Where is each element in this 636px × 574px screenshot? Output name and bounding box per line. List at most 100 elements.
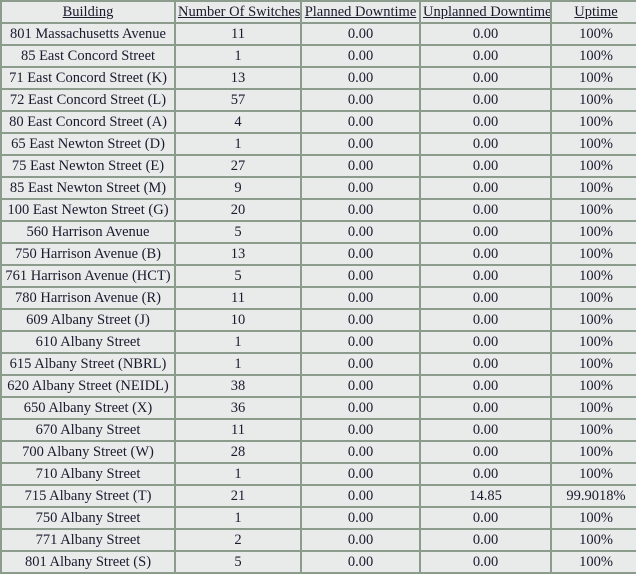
cell-uptime-alert: 99.9018% (552, 486, 636, 506)
cell-unplanned: 0.00 (421, 310, 550, 330)
cell-planned: 0.00 (302, 266, 419, 286)
cell-planned: 0.00 (302, 310, 419, 330)
table-row: 710 Albany Street 1 0.00 0.00 100% (2, 464, 636, 484)
table-row: 771 Albany Street 2 0.00 0.00 100% (2, 530, 636, 550)
cell-planned: 0.00 (302, 398, 419, 418)
cell-planned: 0.00 (302, 530, 419, 550)
cell-unplanned: 0.00 (421, 332, 550, 352)
cell-building: 801 Albany Street (S) (2, 552, 174, 572)
column-header-planned-downtime-link[interactable]: Planned Downtime (305, 4, 417, 20)
table-row: 80 East Concord Street (A) 4 0.00 0.00 100% (2, 112, 636, 132)
cell-planned: 0.00 (302, 464, 419, 484)
table-row: 750 Albany Street 1 0.00 0.00 100% (2, 508, 636, 528)
cell-planned: 0.00 (302, 420, 419, 440)
cell-building: 610 Albany Street (2, 332, 174, 352)
cell-unplanned: 0.00 (421, 244, 550, 264)
table-row: 670 Albany Street 11 0.00 0.00 100% (2, 420, 636, 440)
cell-planned: 0.00 (302, 244, 419, 264)
cell-building: 801 Massachusetts Avenue (2, 24, 174, 44)
cell-unplanned: 0.00 (421, 156, 550, 176)
column-header-switches[interactable]: Number Of Switches (176, 2, 300, 22)
cell-switches: 21 (176, 486, 300, 506)
cell-switches: 1 (176, 508, 300, 528)
cell-planned: 0.00 (302, 200, 419, 220)
table-row: 620 Albany Street (NEIDL) 38 0.00 0.00 100% (2, 376, 636, 396)
cell-switches: 2 (176, 530, 300, 550)
cell-building: 650 Albany Street (X) (2, 398, 174, 418)
column-header-building[interactable]: Building (2, 2, 174, 22)
cell-uptime: 100% (552, 68, 636, 88)
table-row: 750 Harrison Avenue (B) 13 0.00 0.00 100% (2, 244, 636, 264)
cell-unplanned: 0.00 (421, 222, 550, 242)
cell-switches: 5 (176, 552, 300, 572)
cell-uptime: 100% (552, 134, 636, 154)
table-row: 615 Albany Street (NBRL) 1 0.00 0.00 100% (2, 354, 636, 374)
cell-building: 75 East Newton Street (E) (2, 156, 174, 176)
column-header-switches-link[interactable]: Number Of Switches (178, 4, 300, 20)
cell-uptime: 100% (552, 46, 636, 66)
table-row: 71 East Concord Street (K) 13 0.00 0.00 100% (2, 68, 636, 88)
cell-building: 715 Albany Street (T) (2, 486, 174, 506)
cell-unplanned: 0.00 (421, 398, 550, 418)
cell-switches: 11 (176, 420, 300, 440)
cell-uptime: 100% (552, 508, 636, 528)
column-header-unplanned-downtime[interactable]: Unplanned Downtime (421, 2, 550, 22)
cell-building: 771 Albany Street (2, 530, 174, 550)
cell-planned: 0.00 (302, 486, 419, 506)
cell-uptime: 100% (552, 332, 636, 352)
cell-building: 620 Albany Street (NEIDL) (2, 376, 174, 396)
cell-uptime: 100% (552, 244, 636, 264)
cell-switches: 13 (176, 68, 300, 88)
cell-uptime: 100% (552, 156, 636, 176)
table-row: 85 East Newton Street (M) 9 0.00 0.00 100% (2, 178, 636, 198)
table-row: 610 Albany Street 1 0.00 0.00 100% (2, 332, 636, 352)
cell-uptime: 100% (552, 266, 636, 286)
cell-uptime: 100% (552, 178, 636, 198)
cell-switches: 9 (176, 178, 300, 198)
table-row: 560 Harrison Avenue 5 0.00 0.00 100% (2, 222, 636, 242)
cell-building: 700 Albany Street (W) (2, 442, 174, 462)
cell-planned: 0.00 (302, 46, 419, 66)
cell-planned: 0.00 (302, 24, 419, 44)
column-header-planned-downtime[interactable]: Planned Downtime (302, 2, 419, 22)
cell-unplanned: 0.00 (421, 530, 550, 550)
cell-uptime: 100% (552, 442, 636, 462)
table-row: 801 Massachusetts Avenue 11 0.00 0.00 100% (2, 24, 636, 44)
table-row: 801 Albany Street (S) 5 0.00 0.00 100% (2, 552, 636, 572)
cell-unplanned: 0.00 (421, 420, 550, 440)
column-header-uptime[interactable]: Uptime (552, 2, 636, 22)
cell-uptime: 100% (552, 90, 636, 110)
cell-switches: 27 (176, 156, 300, 176)
cell-switches: 5 (176, 266, 300, 286)
cell-planned: 0.00 (302, 90, 419, 110)
cell-unplanned: 0.00 (421, 508, 550, 528)
building-uptime-table: Building Number Of Switches Planned Down… (0, 0, 636, 574)
cell-switches: 11 (176, 24, 300, 44)
column-header-uptime-link[interactable]: Uptime (574, 4, 618, 20)
cell-switches: 1 (176, 464, 300, 484)
cell-switches: 1 (176, 354, 300, 374)
cell-building: 750 Albany Street (2, 508, 174, 528)
cell-building: 71 East Concord Street (K) (2, 68, 174, 88)
column-header-building-link[interactable]: Building (63, 4, 114, 20)
cell-unplanned: 0.00 (421, 134, 550, 154)
cell-building: 670 Albany Street (2, 420, 174, 440)
cell-uptime: 100% (552, 398, 636, 418)
table-row: 609 Albany Street (J) 10 0.00 0.00 100% (2, 310, 636, 330)
cell-switches: 28 (176, 442, 300, 462)
table-row: 715 Albany Street (T) 21 0.00 14.85 99.9018% (2, 486, 636, 506)
cell-planned: 0.00 (302, 552, 419, 572)
cell-unplanned: 0.00 (421, 24, 550, 44)
table-row: 780 Harrison Avenue (R) 11 0.00 0.00 100% (2, 288, 636, 308)
cell-building: 615 Albany Street (NBRL) (2, 354, 174, 374)
cell-uptime: 100% (552, 552, 636, 572)
column-header-unplanned-downtime-link[interactable]: Unplanned Downtime (423, 4, 550, 20)
cell-uptime: 100% (552, 354, 636, 374)
cell-uptime: 100% (552, 200, 636, 220)
cell-planned: 0.00 (302, 134, 419, 154)
cell-planned: 0.00 (302, 354, 419, 374)
cell-planned: 0.00 (302, 508, 419, 528)
cell-switches: 38 (176, 376, 300, 396)
cell-uptime: 100% (552, 24, 636, 44)
cell-switches: 4 (176, 112, 300, 132)
